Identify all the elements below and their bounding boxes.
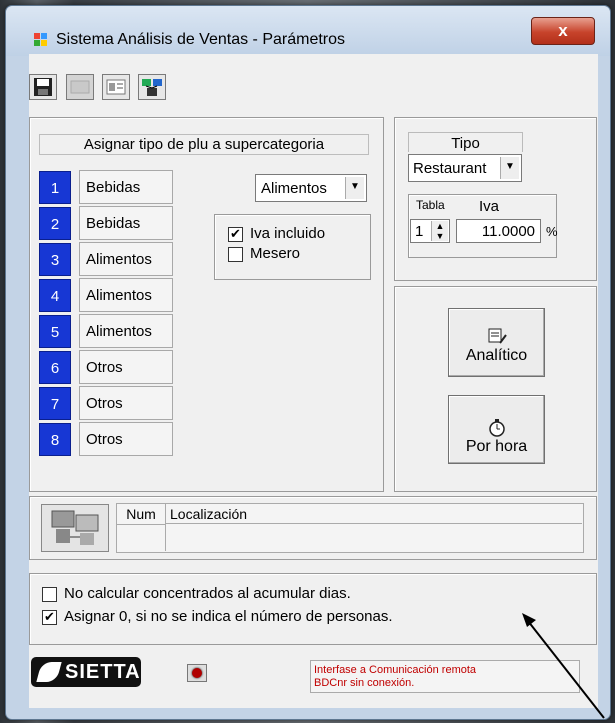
status-line-1: Interfase a Comunicación remota — [314, 664, 477, 676]
num-column-header: Num — [117, 504, 166, 525]
tipo-select-value: Restaurant — [413, 160, 487, 177]
row-category[interactable]: Otros — [79, 386, 173, 420]
disabled-icon — [66, 74, 94, 100]
iva-incluido-label: Iva incluido — [250, 225, 326, 242]
analitico-button[interactable]: Analítico — [448, 308, 545, 377]
row-number-badge[interactable]: 5 — [39, 315, 71, 348]
chevron-down-icon[interactable]: ▼ — [500, 157, 519, 179]
percent-label: % — [546, 224, 558, 239]
chevron-down-icon[interactable]: ▼ — [345, 177, 364, 199]
mesero-label: Mesero — [250, 245, 301, 262]
tipo-select[interactable]: Restaurant ▼ — [408, 154, 522, 182]
table-row[interactable] — [117, 525, 582, 551]
close-button[interactable]: x — [531, 17, 595, 45]
row-number-badge[interactable]: 7 — [39, 387, 71, 420]
no-calcular-checkbox[interactable] — [42, 587, 57, 602]
row-category[interactable]: Bebidas — [79, 206, 173, 240]
localizacion-table: Num Localización — [116, 503, 584, 553]
spinner-icon[interactable]: ▲ ▼ — [431, 221, 448, 241]
por-hora-button[interactable]: Por hora — [448, 395, 545, 464]
row-number-badge[interactable]: 4 — [39, 279, 71, 312]
row-number-badge[interactable]: 8 — [39, 423, 71, 456]
network-icon[interactable] — [138, 74, 166, 100]
iva-input[interactable]: 11.0000 — [456, 219, 541, 243]
brand-logo: SIETTA — [31, 657, 141, 687]
save-icon[interactable] — [29, 74, 57, 100]
status-indicator-icon — [187, 664, 207, 682]
tipo-label: Tipo — [408, 132, 523, 152]
computer-network-icon[interactable] — [41, 504, 109, 552]
analitico-label: Analítico — [465, 347, 528, 364]
connection-status: Interfase a Comunicación remota BDCnr si… — [310, 660, 580, 693]
row-category[interactable]: Bebidas — [79, 170, 173, 204]
row-category[interactable]: Alimentos — [79, 278, 173, 312]
asignar-cero-checkbox[interactable]: ✔ — [42, 610, 57, 625]
client-area: Asignar tipo de plu a supercategoria 1 Be… — [29, 54, 598, 708]
assign-header: Asignar tipo de plu a supercategoria — [39, 134, 369, 155]
window-title: Sistema Análisis de Ventas - Parámetros — [56, 31, 346, 48]
asignar-cero-label: Asignar 0, si no se indica el número de … — [64, 608, 393, 625]
analytic-icon — [449, 327, 544, 347]
row-category[interactable]: Alimentos — [79, 314, 173, 348]
dialog-window: Sistema Análisis de Ventas - Parámetros … — [5, 5, 611, 720]
por-hora-label: Por hora — [465, 438, 528, 455]
category-select[interactable]: Alimentos ▼ — [255, 174, 367, 202]
no-calcular-label: No calcular concentrados al acumular dia… — [64, 585, 351, 602]
tabla-label: Tabla — [416, 198, 445, 212]
app-icon — [34, 33, 48, 47]
logo-text: SIETTA — [65, 661, 141, 683]
tabla-value: 1 — [415, 223, 424, 240]
iva-label: Iva — [479, 198, 500, 215]
mesero-checkbox[interactable] — [228, 247, 243, 262]
row-number-badge[interactable]: 1 — [39, 171, 71, 204]
category-select-value: Alimentos — [261, 180, 327, 197]
row-number-badge[interactable]: 2 — [39, 207, 71, 240]
stopwatch-icon — [449, 418, 544, 438]
row-number-badge[interactable]: 6 — [39, 351, 71, 384]
form-icon[interactable] — [102, 74, 130, 100]
row-category[interactable]: Otros — [79, 350, 173, 384]
row-number-badge[interactable]: 3 — [39, 243, 71, 276]
localizacion-column-header: Localización — [166, 504, 582, 524]
tabla-spinner[interactable]: 1 ▲ ▼ — [410, 219, 450, 243]
logo-swoosh-icon — [36, 662, 62, 682]
iva-incluido-checkbox[interactable]: ✔ — [228, 227, 243, 242]
iva-value: 11.0000 — [481, 223, 535, 240]
row-category[interactable]: Alimentos — [79, 242, 173, 276]
status-line-2: BDCnr sin conexión. — [314, 677, 415, 689]
row-category[interactable]: Otros — [79, 422, 173, 456]
title-bar[interactable]: Sistema Análisis de Ventas - Parámetros … — [6, 6, 610, 56]
